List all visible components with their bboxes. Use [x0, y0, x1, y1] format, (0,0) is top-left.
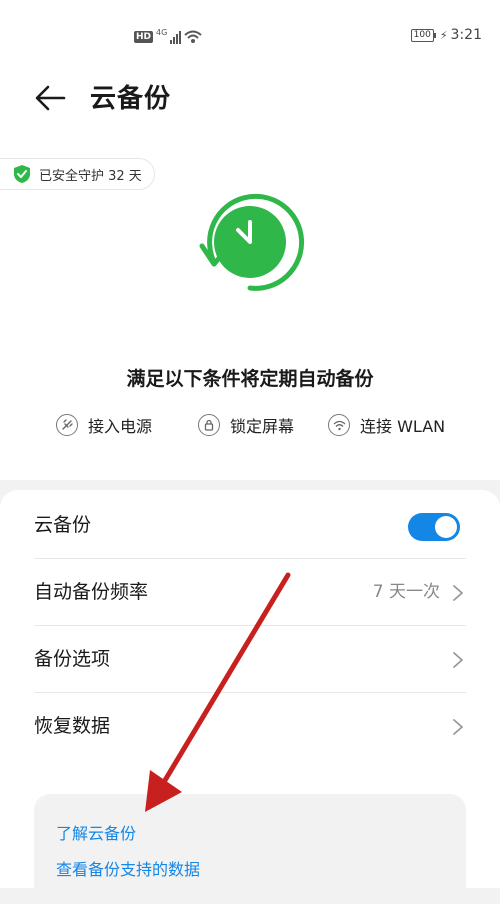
backup-frequency-value: 7 天一次: [372, 582, 440, 602]
condition-label: 接入电源: [88, 417, 153, 436]
backup-clock-illustration: [192, 184, 308, 300]
conditions-title: 满足以下条件将定期自动备份: [126, 368, 374, 390]
chevron-right-icon: [453, 585, 463, 601]
conditions-row: 接入电源 锁定屏幕 连接 WLAN: [0, 410, 500, 440]
cloud-backup-label: 云备份: [34, 514, 92, 536]
condition-power: 接入电源: [56, 410, 152, 440]
shield-check-icon: [14, 165, 30, 183]
network-type: 4G: [156, 27, 168, 37]
hd-badge: HD: [134, 31, 154, 43]
cloud-backup-toggle[interactable]: [408, 513, 460, 541]
condition-label: 锁定屏幕: [230, 417, 295, 436]
clock-sync-icon: [199, 193, 305, 291]
wifi-icon: [328, 414, 350, 436]
page-title: 云备份: [90, 84, 172, 114]
protection-days-badge: 已安全守护 32 天: [0, 158, 155, 190]
wifi-icon: [184, 30, 202, 43]
restore-data-label: 恢复数据: [34, 715, 111, 737]
backup-frequency-row[interactable]: 自动备份频率 7 天一次: [34, 559, 466, 626]
chevron-right-icon: [453, 652, 463, 668]
charging-icon: ⚡: [439, 28, 448, 42]
power-plug-icon: [56, 414, 78, 436]
protection-days-text: 已安全守护 32 天: [39, 168, 142, 184]
condition-label: 连接 WLAN: [360, 417, 446, 436]
backup-frequency-label: 自动备份频率: [34, 581, 149, 603]
cloud-backup-row[interactable]: 云备份: [34, 492, 466, 559]
lock-icon: [198, 414, 220, 436]
battery-icon: 100: [410, 28, 437, 42]
supported-data-link[interactable]: 查看备份支持的数据: [56, 856, 200, 880]
toggle-knob: [435, 516, 457, 538]
signal-icon: [170, 30, 182, 44]
learn-cloud-backup-link[interactable]: 了解云备份: [56, 820, 136, 844]
backup-options-row[interactable]: 备份选项: [34, 626, 466, 693]
restore-data-row[interactable]: 恢复数据: [34, 693, 466, 759]
right-status: 100 ⚡ 3:21: [410, 27, 482, 43]
condition-lock: 锁定屏幕: [198, 410, 294, 440]
back-arrow-icon: [35, 85, 66, 111]
back-button[interactable]: [32, 80, 68, 116]
condition-wlan: 连接 WLAN: [328, 410, 445, 440]
network-icons: HD 4G: [134, 28, 202, 46]
chevron-right-icon: [453, 719, 463, 735]
backup-options-label: 备份选项: [34, 648, 111, 670]
status-time: 3:21: [450, 27, 482, 43]
status-bar: HD 4G 100 ⚡ 3:21: [0, 0, 500, 72]
